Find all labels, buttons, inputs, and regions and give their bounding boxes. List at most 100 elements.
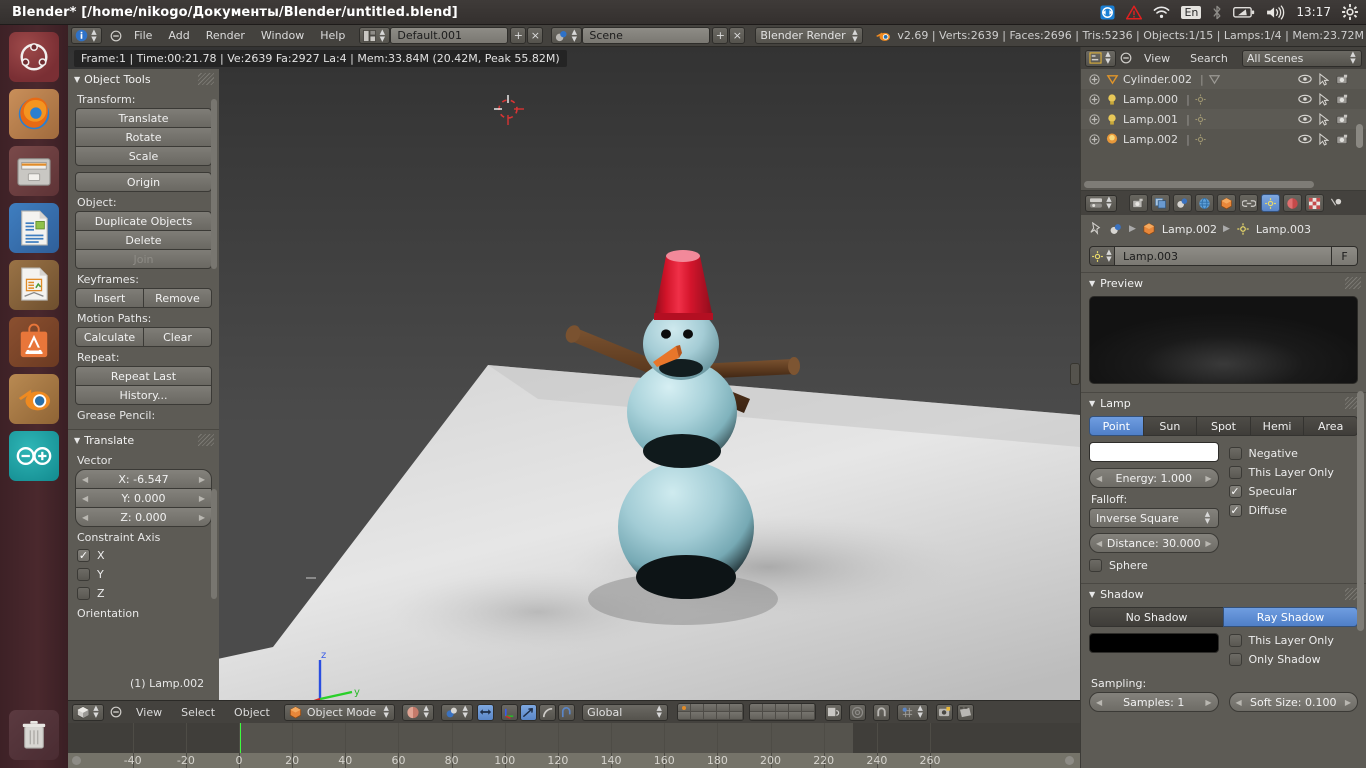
eye-icon[interactable] [1298, 94, 1312, 104]
properties-tab-render[interactable] [1129, 194, 1148, 212]
manipulator-toggle[interactable] [477, 703, 495, 721]
checkbox-icon[interactable] [1089, 559, 1102, 572]
shadow-soft-size-field[interactable]: ◀ Soft Size: 0.100 ▶ [1228, 692, 1358, 712]
decrement-arrow-icon[interactable]: ◀ [1236, 698, 1242, 707]
outliner-row-cylinder[interactable]: Cylinder.002 | [1081, 69, 1366, 89]
outliner-vertical-scrollbar[interactable] [1356, 124, 1363, 148]
menu-render[interactable]: Render [198, 27, 253, 44]
checkbox-icon[interactable] [1228, 466, 1242, 479]
increment-arrow-icon[interactable]: ▶ [1205, 539, 1211, 548]
properties-region-toggle[interactable] [1070, 362, 1080, 385]
properties-tab-texture[interactable] [1305, 194, 1324, 212]
layer-16[interactable] [750, 712, 764, 720]
preview-panel-header[interactable]: ▼ Preview [1081, 273, 1366, 294]
gear-icon[interactable] [1342, 0, 1358, 25]
decrement-arrow-icon[interactable]: ◀ [82, 494, 88, 503]
launcher-item-firefox[interactable] [9, 89, 59, 139]
wifi-icon[interactable] [1153, 0, 1170, 25]
layer-20[interactable] [802, 712, 816, 720]
checkbox-icon[interactable] [1228, 504, 1242, 517]
checkbox-icon[interactable] [77, 587, 90, 600]
decrement-arrow-icon[interactable]: ◀ [1096, 698, 1102, 707]
eye-icon[interactable] [1298, 134, 1312, 144]
rotate-manipulator-icon[interactable] [520, 703, 538, 721]
shadow-panel-header[interactable]: ▼ Shadow [1081, 584, 1366, 605]
origin-button[interactable]: Origin [75, 172, 212, 192]
checkbox-icon[interactable] [77, 549, 90, 562]
layer-14[interactable] [717, 712, 731, 720]
increment-arrow-icon[interactable]: ▶ [199, 513, 205, 522]
menu-file[interactable]: File [126, 27, 160, 44]
delete-screen-button[interactable]: × [527, 27, 544, 44]
properties-tab-constraints[interactable] [1239, 194, 1258, 212]
menu-help[interactable]: Help [312, 27, 353, 44]
delete-button[interactable]: Delete [75, 230, 212, 250]
outliner-menu-search[interactable]: Search [1182, 50, 1236, 67]
history-button[interactable]: History... [75, 385, 212, 405]
lamp-type-hemi[interactable]: Hemi [1249, 416, 1305, 436]
collapse-menu-icon[interactable] [110, 30, 122, 42]
layer-3[interactable] [704, 704, 718, 712]
lamp-preview-render[interactable] [1089, 296, 1358, 384]
shadow-this-layer-only-toggle[interactable]: This Layer Only [1228, 633, 1359, 650]
pivot-point-selector[interactable]: ▲ ▼ [441, 703, 474, 721]
lamp-panel-header[interactable]: ▼ Lamp [1081, 393, 1366, 414]
layer-9[interactable] [789, 704, 803, 712]
outliner-horizontal-scrollbar[interactable] [1084, 181, 1314, 188]
vector-x-field[interactable]: ◀ X: -6.547 ▶ [75, 469, 212, 489]
lamp-type-spot[interactable]: Spot [1196, 416, 1251, 436]
scene-selector[interactable]: ▲ ▼ [551, 27, 583, 44]
expand-plus-icon[interactable] [1087, 93, 1101, 105]
launcher-item-files[interactable] [9, 146, 59, 196]
toolshelf-scrollbar[interactable] [211, 99, 217, 269]
translate-button[interactable]: Translate [75, 108, 212, 128]
render-opengl-icon[interactable] [936, 703, 954, 721]
outliner-row-toggles[interactable] [1298, 72, 1366, 86]
layer-1[interactable] [678, 704, 692, 712]
keyboard-layout-indicator[interactable]: En [1181, 0, 1202, 25]
checkbox-icon[interactable] [1228, 634, 1242, 647]
layer-15[interactable] [730, 712, 744, 720]
layer-5[interactable] [730, 704, 744, 712]
camera-icon[interactable] [1336, 134, 1350, 145]
decrement-arrow-icon[interactable]: ◀ [82, 475, 88, 484]
warning-icon[interactable] [1126, 0, 1143, 25]
render-opengl-anim-icon[interactable] [957, 703, 975, 721]
shadow-only-shadow-toggle[interactable]: Only Shadow [1228, 650, 1359, 669]
increment-arrow-icon[interactable]: ▶ [1345, 698, 1351, 707]
lamp-distance-field[interactable]: ◀ Distance: 30.000 ▶ [1089, 533, 1219, 553]
outliner-row-lamp001[interactable]: Lamp.001 | [1081, 109, 1366, 129]
breadcrumb-object-label[interactable]: Lamp.002 [1162, 223, 1217, 236]
scene-name[interactable]: Scene [582, 27, 711, 44]
checkbox-icon[interactable] [77, 568, 90, 581]
viewport-menu-object[interactable]: Object [226, 704, 278, 721]
launcher-item-ubuntu-dash[interactable] [9, 32, 59, 82]
launcher-item-arduino[interactable] [9, 431, 59, 481]
outliner-row-toggles[interactable] [1298, 92, 1366, 106]
interaction-mode-selector[interactable]: Object Mode ▲ ▼ [283, 703, 396, 721]
translate-manipulator-icon[interactable] [501, 703, 519, 721]
battery-icon[interactable] [1233, 0, 1255, 25]
layer-6[interactable] [750, 704, 764, 712]
vector-y-field[interactable]: ◀ Y: 0.000 ▶ [75, 488, 212, 508]
lamp-energy-field[interactable]: ◀ Energy: 1.000 ▶ [1089, 468, 1219, 488]
layer-11[interactable] [678, 712, 692, 720]
layer-8[interactable] [776, 704, 790, 712]
expand-plus-icon[interactable] [1087, 133, 1101, 145]
viewport-menu-select[interactable]: Select [173, 704, 223, 721]
outliner-menu-view[interactable]: View [1136, 50, 1178, 67]
lock-object-modes-icon[interactable] [825, 703, 843, 721]
checkbox-icon[interactable] [1228, 447, 1242, 460]
lamp-specular-toggle[interactable]: Specular [1228, 482, 1359, 501]
rotate-button[interactable]: Rotate [75, 127, 212, 147]
lamp-diffuse-toggle[interactable]: Diffuse [1228, 501, 1359, 520]
vector-z-field[interactable]: ◀ Z: 0.000 ▶ [75, 507, 212, 527]
layer-17[interactable] [763, 712, 777, 720]
clear-paths-button[interactable]: Clear [143, 327, 212, 347]
editor-type-selector-info[interactable]: ▲ ▼ [71, 27, 102, 44]
lamp-type-sun[interactable]: Sun [1142, 416, 1198, 436]
layer-10[interactable] [802, 704, 816, 712]
properties-tab-render-layers[interactable] [1151, 194, 1170, 212]
scale-button[interactable]: Scale [75, 146, 212, 166]
eye-icon[interactable] [1298, 114, 1312, 124]
